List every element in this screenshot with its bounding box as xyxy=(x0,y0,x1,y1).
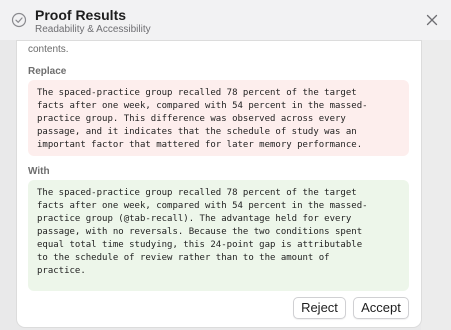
accept-button[interactable]: Accept xyxy=(353,297,409,319)
original-line: practice group. This difference was obse… xyxy=(37,114,346,124)
original-text-box: The spaced-practice group recalled 78 pe… xyxy=(28,80,409,156)
close-icon[interactable] xyxy=(426,14,438,26)
suggested-line: passage, with no reversals. Because the … xyxy=(37,227,363,237)
original-line: facts after one week, compared with 54 p… xyxy=(37,101,368,111)
suggested-line: equal total time studying, this 24-point… xyxy=(37,240,363,250)
original-line: important factor that mattered for later… xyxy=(37,140,363,150)
check-circle-icon xyxy=(11,12,27,28)
replace-label: Replace xyxy=(28,66,67,77)
panel-header: Proof Results Readability & Accessibilit… xyxy=(0,0,451,40)
clipped-previous-text: contents. xyxy=(28,44,69,55)
original-line: The spaced-practice group recalled 78 pe… xyxy=(37,88,357,98)
with-label: With xyxy=(28,166,50,177)
original-line: passage, and it indicates that the sched… xyxy=(37,127,357,137)
panel-title: Proof Results xyxy=(35,7,127,23)
suggested-line: practice. xyxy=(37,266,86,276)
suggestion-card: contents. Replace The spaced-practice gr… xyxy=(17,41,421,327)
suggested-line: to the schedule of review rather than to… xyxy=(37,253,330,263)
suggested-line: practice group (@tab-recall). The advant… xyxy=(37,214,352,224)
suggested-line: The spaced-practice group recalled 78 pe… xyxy=(37,188,357,198)
reject-button[interactable]: Reject xyxy=(293,297,346,319)
suggested-line: facts after one week, compared with 54 p… xyxy=(37,201,368,211)
suggested-text-box: The spaced-practice group recalled 78 pe… xyxy=(28,180,409,291)
panel-subtitle: Readability & Accessibility xyxy=(35,24,151,35)
scroll-gutter xyxy=(421,40,451,330)
